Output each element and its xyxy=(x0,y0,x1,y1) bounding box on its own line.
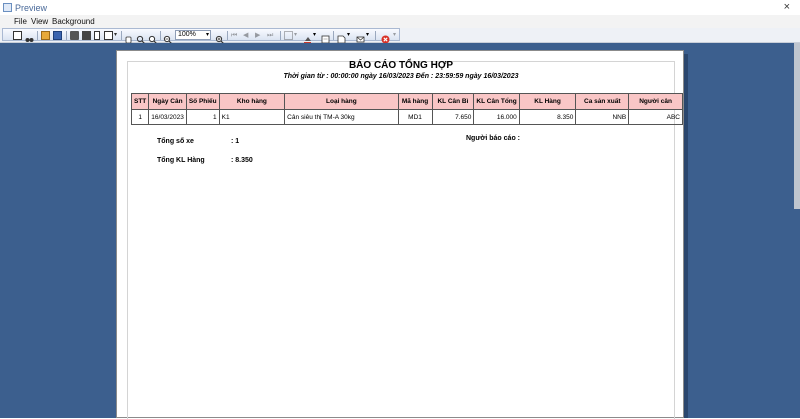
col-header-ticket-no: Số Phiếu xyxy=(185,93,220,110)
open-icon[interactable] xyxy=(41,31,50,40)
hand-tool-icon[interactable] xyxy=(124,31,133,44)
cell-goods-type: Cân siêu thị TM-A 30kg xyxy=(284,109,399,125)
last-page-icon[interactable]: ⏭ xyxy=(267,31,276,40)
col-header-tare-weight: KL Cân Bì xyxy=(431,93,475,110)
menu-file[interactable]: File xyxy=(14,17,27,26)
total-net-weight-value: : 8.350 xyxy=(231,157,253,164)
total-net-weight-label: Tổng KL Hàng xyxy=(157,157,205,164)
menu-bar: File View Background xyxy=(0,15,800,28)
find-icon[interactable] xyxy=(25,31,34,42)
multiple-pages-dropdown-icon[interactable]: ▾ xyxy=(294,31,303,40)
menu-view[interactable]: View xyxy=(31,17,48,26)
next-page-icon[interactable]: ▶ xyxy=(255,31,264,40)
first-page-icon[interactable]: ⏮ xyxy=(231,31,240,40)
zoom-in-plus-icon[interactable] xyxy=(215,31,224,44)
vertical-scrollbar[interactable] xyxy=(794,43,800,209)
cell-goods-code: MD1 xyxy=(397,109,433,125)
col-header-net-weight: KL Hàng xyxy=(518,93,577,110)
cell-weigh-date: 16/03/2023 xyxy=(148,109,187,125)
toolbar: ▾ 100% ▾ ⏮ ◀ ▶ ⏭ ▾ ▾ ▾ ▾ ▾ xyxy=(0,28,800,44)
cell-ticket-no: 1 xyxy=(185,109,220,125)
cell-stt: 1 xyxy=(130,109,150,125)
cell-gross-weight: 16.000 xyxy=(473,109,520,125)
page-setup-icon[interactable] xyxy=(94,31,100,40)
cell-warehouse: K1 xyxy=(218,109,286,125)
reporter-label: Người báo cáo : xyxy=(466,135,520,142)
col-header-shift: Ca sản xuất xyxy=(575,93,630,110)
zoom-in-icon[interactable] xyxy=(148,31,157,44)
col-header-weigh-date: Ngày Cân xyxy=(148,93,187,110)
send-email-dropdown-icon[interactable]: ▾ xyxy=(366,31,375,40)
report-page: BÁO CÁO TỔNG HỢP Thời gian từ : 00:00:00… xyxy=(116,50,684,419)
watermark-icon[interactable] xyxy=(321,31,330,44)
toolbar-overflow-icon[interactable]: ▾ xyxy=(393,31,402,40)
col-header-stt: STT xyxy=(130,93,150,110)
window-title: Preview xyxy=(15,3,48,13)
col-header-goods-type: Loại hàng xyxy=(284,93,399,110)
send-email-icon[interactable] xyxy=(356,31,365,43)
cell-net-weight: 8.350 xyxy=(518,109,577,125)
export-dropdown-icon[interactable]: ▾ xyxy=(347,31,356,40)
page-layout-icon[interactable] xyxy=(104,31,113,40)
col-header-goods-code: Mã hàng xyxy=(397,93,433,110)
save-icon[interactable] xyxy=(53,31,62,40)
magnifier-icon[interactable] xyxy=(136,31,145,44)
quick-print-icon[interactable] xyxy=(82,31,91,40)
menu-background[interactable]: Background xyxy=(52,17,95,26)
cell-shift: NNB xyxy=(575,109,630,125)
table-row: 1 16/03/2023 1 K1 Cân siêu thị TM-A 30kg… xyxy=(130,109,683,125)
cell-operator: ABC xyxy=(628,109,683,125)
multiple-pages-icon[interactable] xyxy=(284,31,293,40)
total-vehicles-value: : 1 xyxy=(231,138,240,145)
table-header-row: STT Ngày Cân Số Phiếu Kho hàng Loại hàng… xyxy=(130,93,683,110)
window-titlebar: Preview × xyxy=(0,0,800,15)
report-title: BÁO CÁO TỔNG HỢP xyxy=(348,60,454,71)
report-date-range: Thời gian từ : 00:00:00 ngày 16/03/2023 … xyxy=(283,73,519,80)
close-window-icon[interactable]: × xyxy=(784,1,790,13)
total-vehicles-label: Tổng số xe xyxy=(157,138,194,145)
close-preview-icon[interactable] xyxy=(381,31,390,44)
zoom-select[interactable]: 100% ▾ xyxy=(175,30,211,40)
background-color-icon[interactable] xyxy=(303,31,312,44)
print-icon[interactable] xyxy=(70,31,79,40)
report-table: STT Ngày Cân Số Phiếu Kho hàng Loại hàng… xyxy=(130,93,683,125)
zoom-out-icon[interactable] xyxy=(163,31,172,44)
col-header-warehouse: Kho hàng xyxy=(218,93,286,110)
previous-page-icon[interactable]: ◀ xyxy=(243,31,252,40)
export-icon[interactable] xyxy=(337,31,346,44)
preview-app-icon xyxy=(3,3,12,12)
col-header-operator: Người cân xyxy=(628,93,683,110)
document-map-icon[interactable] xyxy=(13,31,22,40)
chevron-down-icon[interactable]: ▾ xyxy=(206,31,209,39)
zoom-value: 100% xyxy=(178,31,196,38)
cell-tare-weight: 7.650 xyxy=(431,109,475,125)
col-header-gross-weight: KL Cân Tổng xyxy=(473,93,520,110)
toolbar-strip: ▾ 100% ▾ ⏮ ◀ ▶ ⏭ ▾ ▾ ▾ ▾ ▾ xyxy=(2,28,402,44)
